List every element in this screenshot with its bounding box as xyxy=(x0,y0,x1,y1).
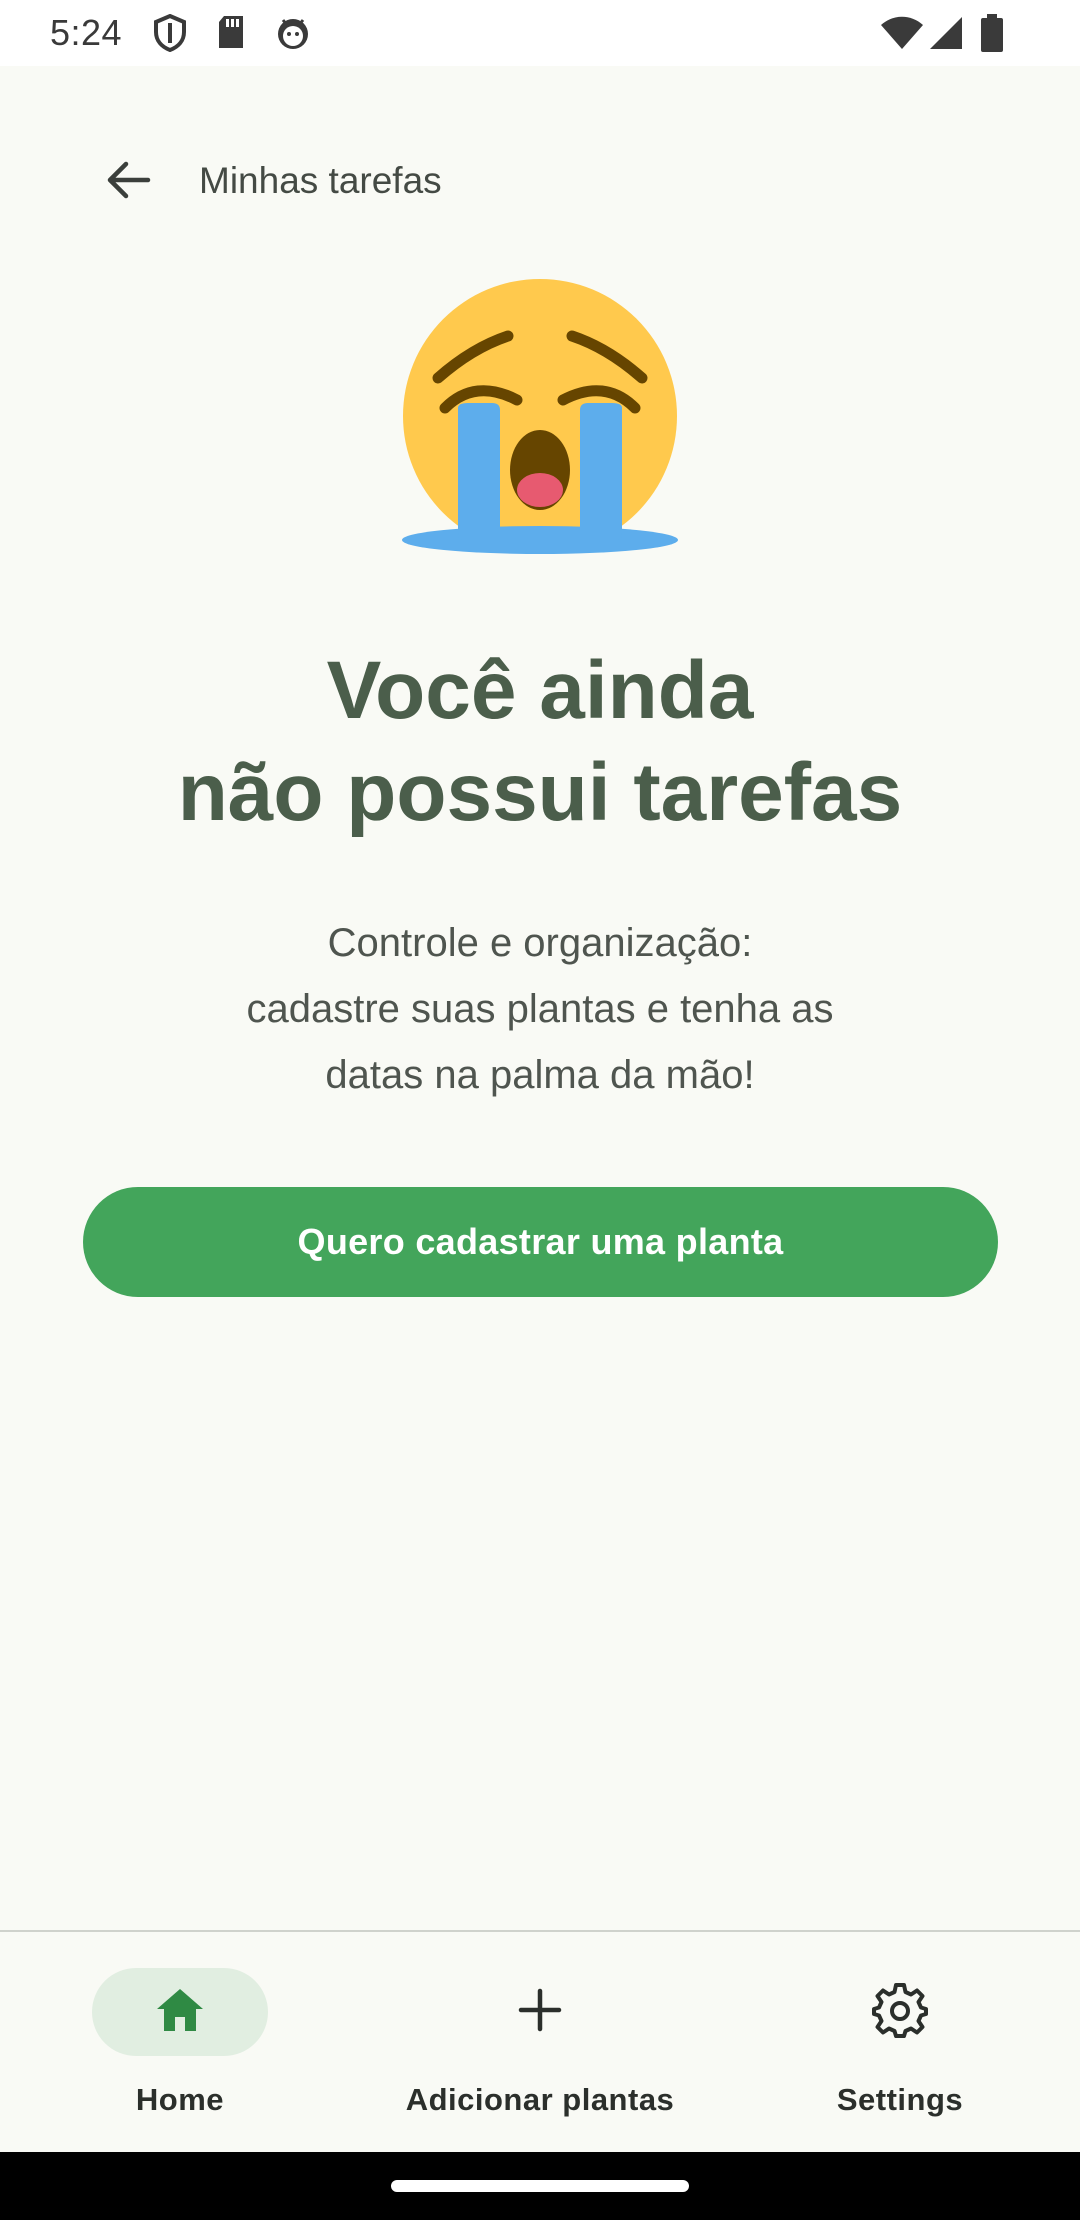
nav-icon-container xyxy=(452,1968,628,2056)
nav-label-settings: Settings xyxy=(836,2082,964,2117)
nav-item-home[interactable]: Home xyxy=(0,1932,360,2154)
battery-icon xyxy=(980,14,1004,52)
signal-icon xyxy=(928,16,964,50)
sd-card-icon xyxy=(216,14,246,50)
gesture-navigation-bar xyxy=(0,2152,1080,2220)
headline-line-1: Você ainda xyxy=(326,645,754,736)
description-line-3: datas na palma da mão! xyxy=(325,1053,755,1097)
arrow-back-icon xyxy=(104,156,152,209)
nav-label-add-plants: Adicionar plantas xyxy=(405,2082,675,2117)
android-debug-icon xyxy=(274,14,312,52)
nav-icon-container xyxy=(812,1968,988,2056)
status-bar: 5:24 xyxy=(0,0,1080,66)
nav-item-add-plants[interactable]: Adicionar plantas xyxy=(360,1932,720,2154)
wifi-icon xyxy=(880,16,924,50)
headline-line-2: não possui tarefas xyxy=(177,747,903,838)
nav-label-home: Home xyxy=(135,2082,225,2117)
description-line-1: Controle e organização: xyxy=(327,921,753,965)
register-plant-button-label: Quero cadastrar uma planta xyxy=(297,1221,784,1262)
gear-icon xyxy=(872,1982,928,2043)
page-title: Minhas tarefas xyxy=(199,160,442,201)
top-app-bar: Minhas tarefas xyxy=(0,140,1080,224)
nav-item-settings[interactable]: Settings xyxy=(720,1932,1080,2154)
bottom-navigation: Home Adicionar plantas Settings xyxy=(0,1930,1080,2152)
crying-face-emoji xyxy=(400,278,680,558)
nav-active-indicator xyxy=(92,1968,268,2056)
empty-state-headline: Você ainda não possui tarefas xyxy=(0,640,1080,844)
shield-icon xyxy=(152,14,188,52)
status-time: 5:24 xyxy=(50,12,123,53)
register-plant-button[interactable]: Quero cadastrar uma planta xyxy=(83,1187,998,1297)
home-icon xyxy=(155,1987,205,2038)
back-button[interactable] xyxy=(92,146,164,218)
home-gesture-handle[interactable] xyxy=(391,2180,689,2192)
description-line-2: cadastre suas plantas e tenha as xyxy=(246,987,834,1031)
screen: 5:24 Minhas tarefas Você ainda não possu… xyxy=(0,0,1080,2220)
plus-icon xyxy=(518,1988,562,2037)
empty-state-description: Controle e organização: cadastre suas pl… xyxy=(0,910,1080,1108)
